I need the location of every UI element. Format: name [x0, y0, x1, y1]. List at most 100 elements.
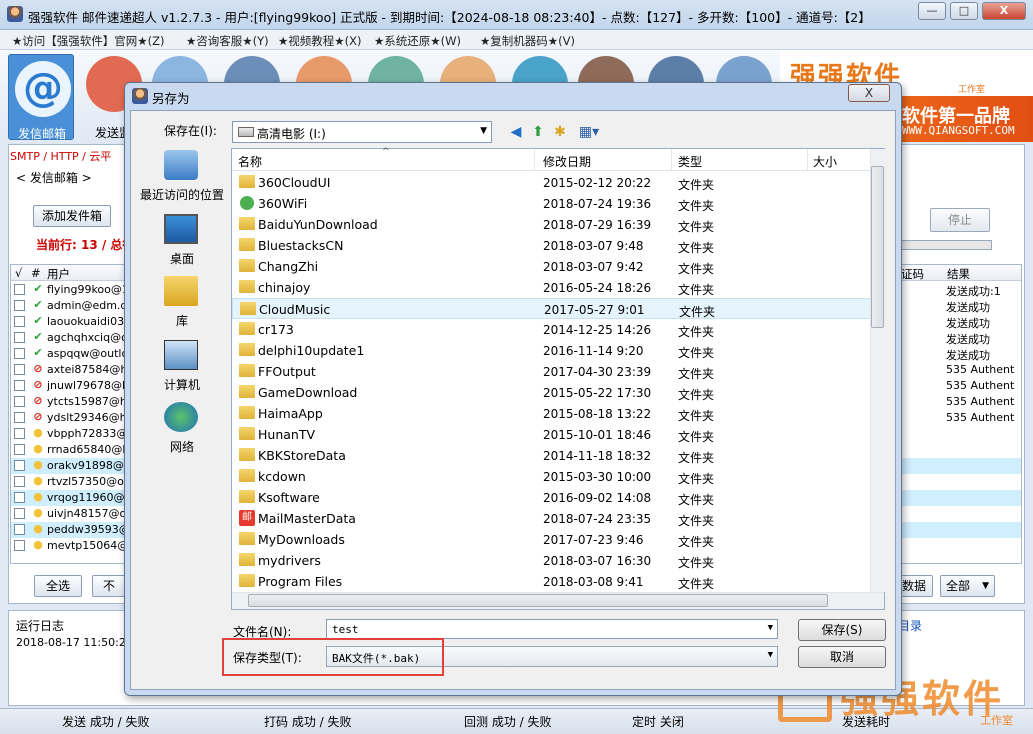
row-checkbox[interactable]	[14, 380, 25, 391]
menu-item-machine-code[interactable]: ★复制机器码★(V)	[480, 33, 575, 49]
header-type[interactable]: 类型	[678, 153, 702, 170]
file-type: 文件夹	[678, 556, 715, 570]
row-checkbox[interactable]	[14, 524, 25, 535]
file-row[interactable]: mydrivers 2018-03-07 16:30 文件夹	[232, 550, 872, 571]
filename-input[interactable]: test ▼	[326, 619, 778, 639]
up-folder-icon[interactable]: ⬆	[529, 123, 547, 141]
row-checkbox[interactable]	[14, 444, 25, 455]
file-row[interactable]: Ksoftware 2016-09-02 14:08 文件夹	[232, 487, 872, 508]
header-size[interactable]: 大小	[813, 153, 837, 170]
horizontal-scroll-thumb[interactable]	[248, 594, 828, 607]
add-sender-button[interactable]: 添加发件箱	[33, 205, 111, 227]
folder-icon	[239, 532, 255, 545]
row-checkbox[interactable]	[14, 508, 25, 519]
dialog-close-button[interactable]: X	[848, 84, 890, 102]
file-list-header: 名称 ^ 修改日期 类型 大小	[232, 147, 884, 171]
view-menu-icon[interactable]: ▦▾	[576, 123, 602, 141]
folder-icon	[239, 280, 255, 293]
close-button[interactable]: X	[982, 2, 1026, 20]
menu-item-video[interactable]: ★视频教程★(X)	[278, 33, 361, 49]
file-row[interactable]: kcdown 2015-03-30 10:00 文件夹	[232, 466, 872, 487]
save-button[interactable]: 保存(S)	[798, 619, 886, 641]
row-checkbox[interactable]	[14, 396, 25, 407]
file-row[interactable]: ChangZhi 2018-03-07 9:42 文件夹	[232, 256, 872, 277]
file-date: 2014-11-18 18:32	[543, 449, 652, 463]
row-checkbox[interactable]	[14, 332, 25, 343]
stop-button[interactable]: 停止	[930, 208, 990, 232]
file-row[interactable]: 360CloudUI 2015-02-12 20:22 文件夹	[232, 172, 872, 193]
header-date[interactable]: 修改日期	[543, 153, 591, 170]
file-row[interactable]: BaiduYunDownload 2018-07-29 16:39 文件夹	[232, 214, 872, 235]
row-checkbox[interactable]	[14, 476, 25, 487]
place-recent-label: 最近访问的位置	[139, 188, 224, 202]
file-row[interactable]: MyDownloads 2017-07-23 9:46 文件夹	[232, 529, 872, 550]
select-all-button[interactable]: 全选	[34, 575, 82, 597]
minimize-button[interactable]: —	[918, 2, 946, 20]
filter-dropdown[interactable]: 全部 ▼	[940, 575, 995, 597]
row-email: peddw39593@ou	[47, 523, 127, 536]
folder-icon	[240, 302, 256, 315]
file-row[interactable]: HaimaApp 2015-08-18 13:22 文件夹	[232, 403, 872, 424]
col-check[interactable]: √	[15, 266, 22, 280]
row-checkbox[interactable]	[14, 460, 25, 471]
menu-bar: ★访问【强强软件】官网★(Z) ★咨询客服★(Y) ★视频教程★(X) ★系统还…	[0, 30, 1033, 50]
col-code[interactable]: 证码	[901, 266, 924, 282]
place-computer[interactable]: 计算机	[136, 340, 228, 394]
file-row[interactable]: delphi10update1 2016-11-14 9:20 文件夹	[232, 340, 872, 361]
row-checkbox[interactable]	[14, 364, 25, 375]
file-date: 2017-04-30 23:39	[543, 365, 652, 379]
file-row[interactable]: BluestacksCN 2018-03-07 9:48 文件夹	[232, 235, 872, 256]
vertical-scroll-thumb[interactable]	[871, 166, 884, 328]
title-bar: 强强软件 邮件速递超人 v1.2.7.3 - 用户:[flying99koo] …	[0, 0, 1033, 30]
row-checkbox[interactable]	[14, 492, 25, 503]
col-result[interactable]: 结果	[947, 266, 970, 282]
chevron-down-icon: ▼	[982, 581, 989, 591]
back-icon[interactable]: ◀	[507, 123, 525, 141]
menu-item-support[interactable]: ★咨询客服★(Y)	[186, 33, 269, 49]
pending-icon: ●	[33, 474, 43, 487]
row-checkbox[interactable]	[14, 316, 25, 327]
row-checkbox[interactable]	[14, 412, 25, 423]
blocked-icon: ⊘	[33, 378, 43, 391]
file-row[interactable]: GameDownload 2015-05-22 17:30 文件夹	[232, 382, 872, 403]
col-user[interactable]: 用户	[47, 266, 70, 282]
file-row[interactable]: 360WiFi 2018-07-24 19:36 文件夹	[232, 193, 872, 214]
window-title: 强强软件 邮件速递超人 v1.2.7.3 - 用户:[flying99koo] …	[28, 10, 871, 25]
row-checkbox[interactable]	[14, 540, 25, 551]
cancel-button[interactable]: 取消	[798, 646, 886, 668]
file-row[interactable]: Program Files 2018-03-08 9:41 文件夹	[232, 571, 872, 592]
file-row[interactable]: 邮 MailMasterData 2018-07-24 23:35 文件夹	[232, 508, 872, 529]
col-divider	[534, 149, 535, 171]
menu-item-website[interactable]: ★访问【强强软件】官网★(Z)	[12, 33, 164, 49]
select-none-button[interactable]: 不选	[92, 575, 126, 597]
file-row[interactable]: FFOutput 2017-04-30 23:39 文件夹	[232, 361, 872, 382]
col-divider	[671, 149, 672, 171]
file-row[interactable]: chinajoy 2016-05-24 18:26 文件夹	[232, 277, 872, 298]
menu-item-restore[interactable]: ★系统还原★(W)	[374, 33, 461, 49]
pending-icon: ●	[33, 458, 43, 471]
file-name: 360WiFi	[258, 196, 308, 211]
place-desktop[interactable]: 桌面	[136, 214, 228, 268]
place-network[interactable]: 网络	[136, 402, 228, 456]
place-library[interactable]: 库	[136, 276, 228, 330]
save-in-dropdown[interactable]: 高清电影 (I:) ▼	[232, 121, 492, 143]
col-num[interactable]: #	[31, 266, 41, 280]
maximize-button[interactable]: □	[950, 2, 978, 20]
file-row[interactable]: KBKStoreData 2014-11-18 18:32 文件夹	[232, 445, 872, 466]
file-row[interactable]: CloudMusic 2017-05-27 9:01 文件夹	[232, 298, 872, 319]
outbox-tool-button[interactable]: @ 发信邮箱	[8, 54, 74, 141]
row-checkbox[interactable]	[14, 428, 25, 439]
row-checkbox[interactable]	[14, 300, 25, 311]
row-checkbox[interactable]	[14, 348, 25, 359]
file-row[interactable]: HunanTV 2015-10-01 18:46 文件夹	[232, 424, 872, 445]
row-email: rtvzl57350@outl	[47, 475, 127, 488]
header-name[interactable]: 名称	[238, 153, 262, 170]
folder-icon	[239, 238, 255, 251]
new-folder-icon[interactable]: ✱	[551, 123, 569, 141]
file-type: 文件夹	[678, 493, 715, 507]
file-row[interactable]: cr173 2014-12-25 14:26 文件夹	[232, 319, 872, 340]
folder-icon	[239, 385, 255, 398]
place-recent[interactable]: 最近访问的位置	[136, 150, 228, 204]
row-checkbox[interactable]	[14, 284, 25, 295]
protocol-tabs[interactable]: SMTP / HTTP / 云平	[10, 148, 111, 166]
